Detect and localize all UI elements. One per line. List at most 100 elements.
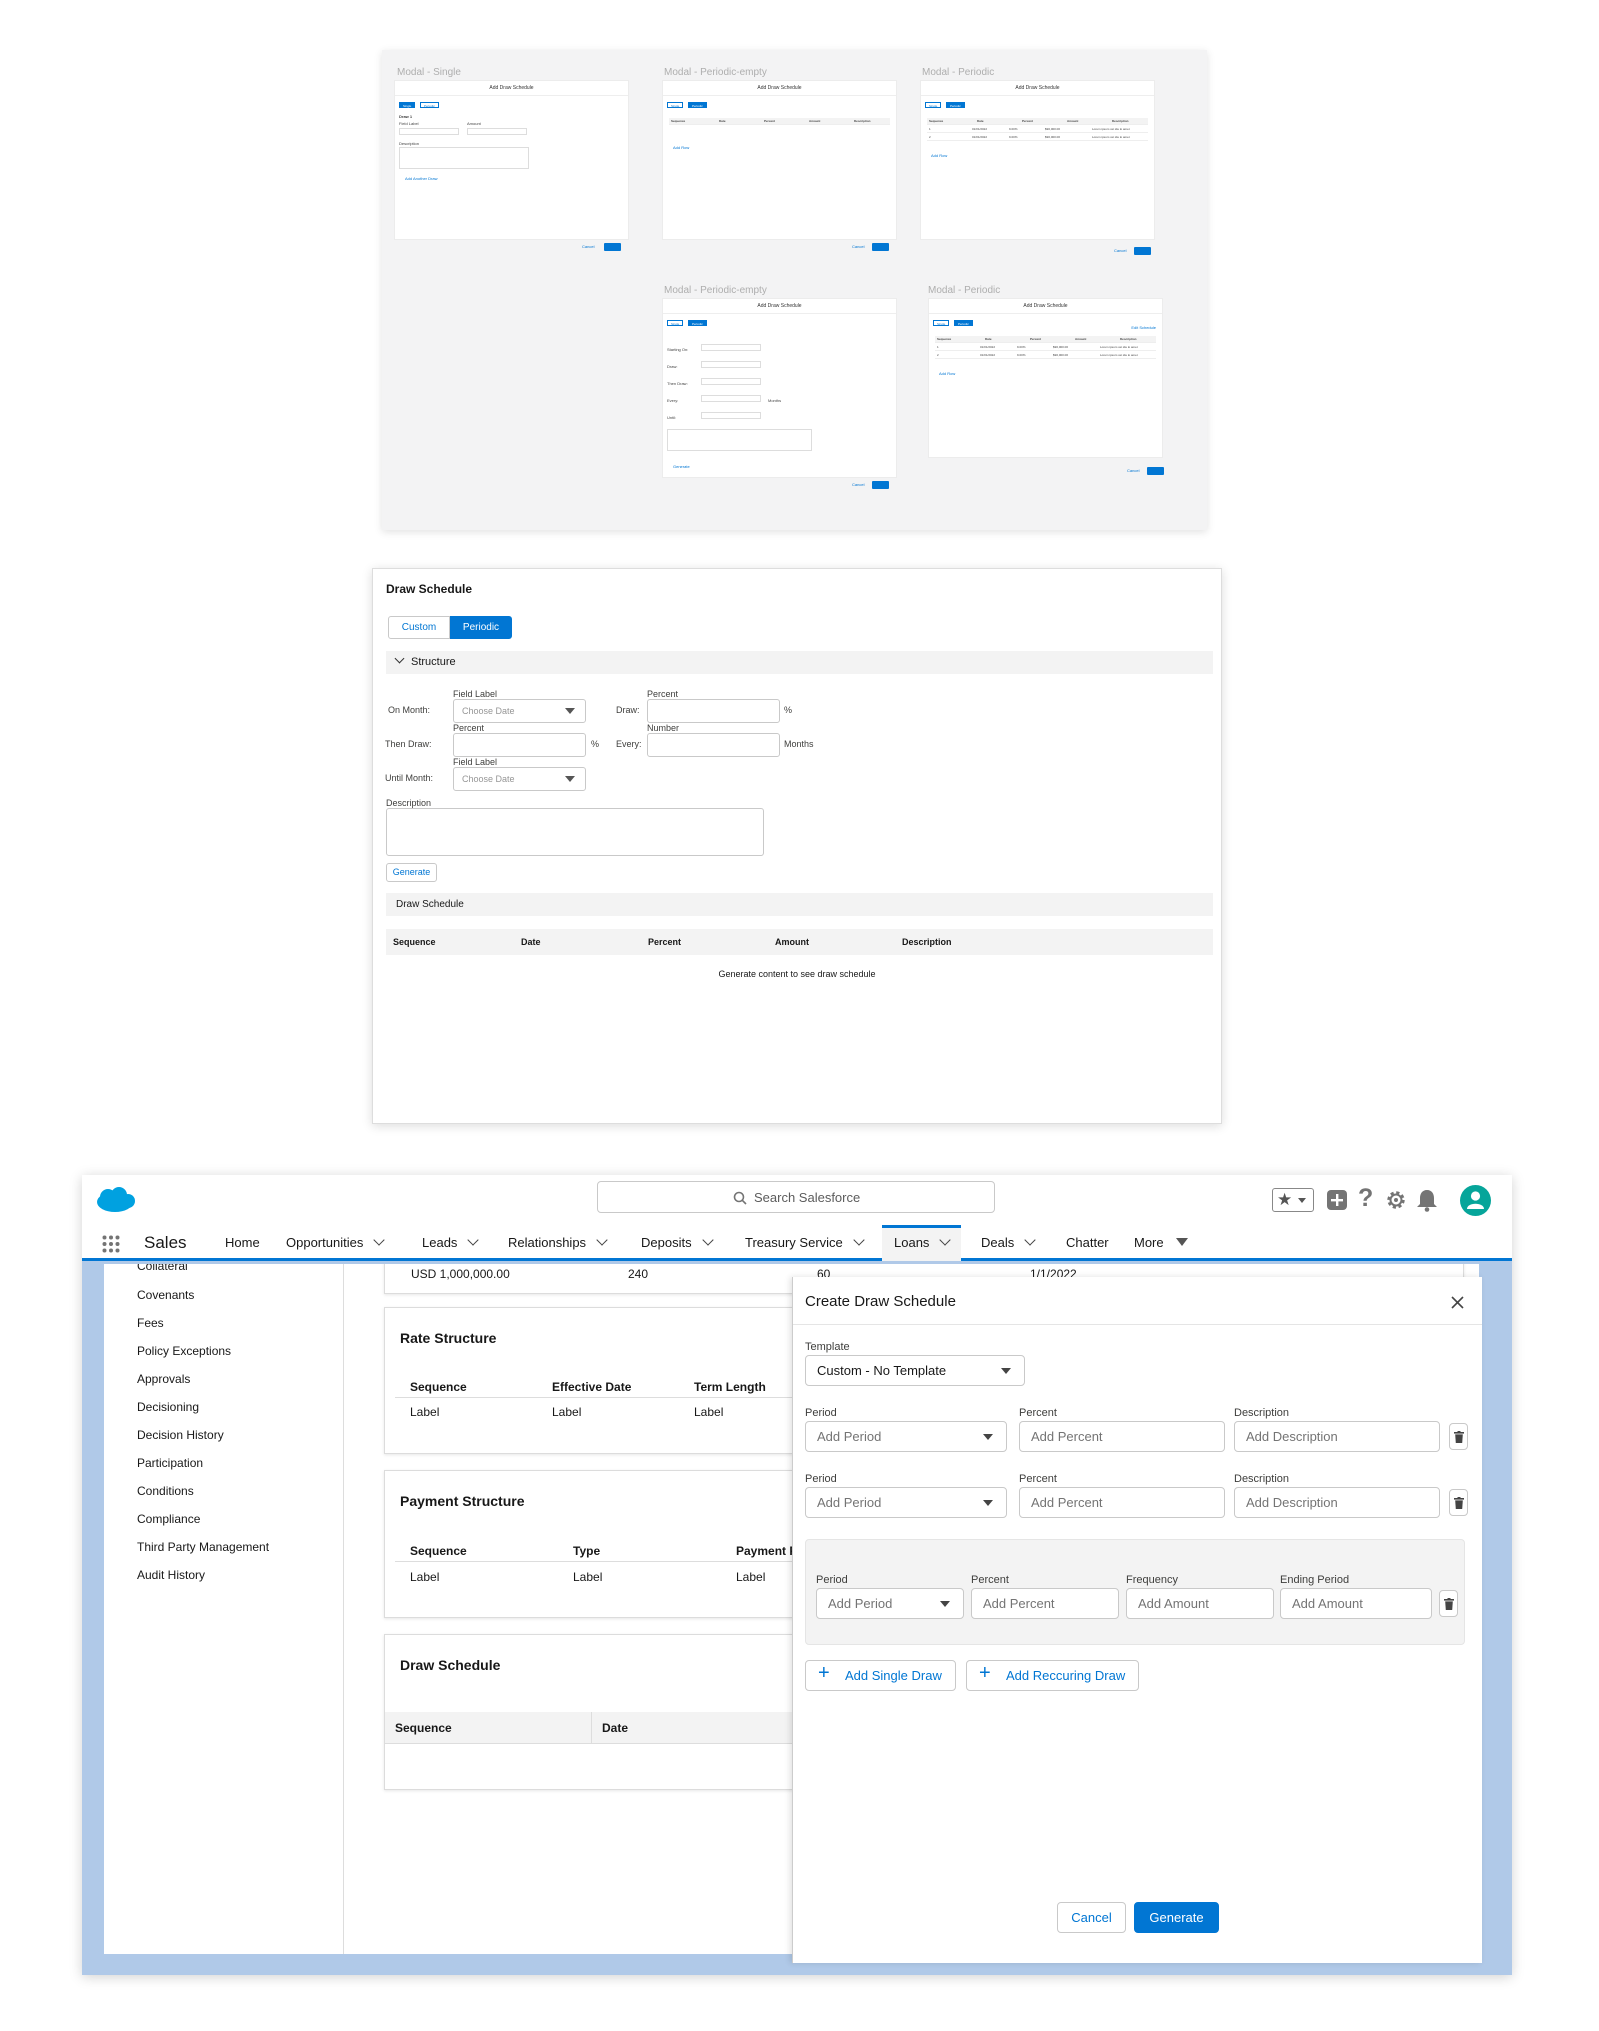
- gear-icon[interactable]: [1384, 1188, 1408, 1212]
- caret-down-icon: [1175, 1238, 1188, 1246]
- left-nav-item[interactable]: Approvals: [137, 1372, 190, 1386]
- on-month-select[interactable]: Choose Date: [453, 699, 586, 723]
- description-input[interactable]: Add Description: [1234, 1487, 1440, 1518]
- nav-item-treasury-service[interactable]: Treasury Service: [745, 1225, 865, 1261]
- table-cell: Label: [573, 1570, 603, 1584]
- card-title: Rate Structure: [400, 1330, 497, 1346]
- left-nav-item[interactable]: Audit History: [137, 1568, 205, 1582]
- avatar[interactable]: [1460, 1185, 1491, 1216]
- cancel-button[interactable]: Cancel: [1057, 1902, 1126, 1933]
- nav-item-loans[interactable]: Loans: [882, 1225, 962, 1261]
- table-cell: Label: [552, 1405, 582, 1419]
- schedule-table-header: Sequence Date Percent Amount Description: [386, 929, 1213, 955]
- left-nav-item[interactable]: Decision History: [137, 1428, 224, 1442]
- trash-icon: [1454, 1431, 1464, 1443]
- period-select[interactable]: Add Period: [805, 1487, 1007, 1518]
- description-input[interactable]: Add Description: [1234, 1421, 1440, 1452]
- empty-state-message: Generate content to see draw schedule: [718, 969, 876, 979]
- modal-single-preview: Add Draw Schedule Single Periodic Draw 1…: [394, 80, 629, 240]
- table-cell: Label: [410, 1405, 440, 1419]
- structure-section-header[interactable]: Structure: [386, 651, 1213, 674]
- left-nav-item[interactable]: Participation: [137, 1456, 203, 1470]
- chevron-down-icon: [373, 1234, 385, 1246]
- caret-down-icon: [565, 776, 575, 782]
- draw-schedule-card: Draw Schedule Custom Periodic Structure …: [372, 568, 1222, 1124]
- delete-draw-button[interactable]: [1449, 1423, 1468, 1450]
- delete-draw-button[interactable]: [1439, 1590, 1458, 1617]
- chevron-down-icon: [394, 653, 405, 664]
- nav-item-opportunities[interactable]: Opportunities: [286, 1225, 385, 1261]
- left-nav-item[interactable]: Fees: [137, 1316, 164, 1330]
- help-icon[interactable]: ?: [1358, 1184, 1373, 1213]
- chevron-down-icon: [939, 1234, 952, 1246]
- close-icon[interactable]: [1451, 1296, 1464, 1309]
- nav-item-home[interactable]: Home: [225, 1225, 260, 1261]
- caret-down-icon: [940, 1601, 950, 1607]
- chevron-down-icon: [853, 1234, 865, 1246]
- nav-item-deposits[interactable]: Deposits: [641, 1225, 714, 1261]
- variant-label: Modal - Periodic-empty: [664, 67, 767, 78]
- caret-down-icon: [983, 1500, 993, 1506]
- left-nav-item[interactable]: Compliance: [137, 1512, 200, 1526]
- notification-bell-icon[interactable]: [1416, 1188, 1438, 1212]
- draw-percent-input[interactable]: [647, 699, 780, 723]
- table-cell: Label: [410, 1570, 440, 1584]
- tab-periodic[interactable]: Periodic: [450, 616, 512, 639]
- favorites-icon[interactable]: ★: [1272, 1188, 1314, 1212]
- chevron-down-icon: [701, 1234, 714, 1246]
- until-month-label: Until Month:: [385, 773, 434, 783]
- card-title: Draw Schedule: [400, 1657, 501, 1673]
- generate-button[interactable]: Generate: [1134, 1902, 1219, 1933]
- salesforce-cloud-logo[interactable]: [94, 1186, 136, 1216]
- percent-input[interactable]: Add Percent: [1019, 1421, 1225, 1452]
- chevron-down-icon: [467, 1234, 480, 1246]
- app-launcher-icon[interactable]: [102, 1235, 120, 1253]
- every-number-input[interactable]: [647, 733, 780, 757]
- nav-item-deals[interactable]: Deals: [981, 1225, 1036, 1261]
- left-nav: Collateral Covenants Fees Policy Excepti…: [104, 1264, 344, 1954]
- frequency-input[interactable]: Add Amount: [1126, 1588, 1274, 1619]
- tab-custom[interactable]: Custom: [388, 616, 450, 639]
- caret-down-icon: [565, 708, 575, 714]
- global-actions-icon[interactable]: [1326, 1189, 1348, 1211]
- left-nav-item[interactable]: Conditions: [137, 1484, 194, 1498]
- left-nav-item[interactable]: Collateral: [137, 1264, 188, 1273]
- card-title: Draw Schedule: [386, 582, 473, 596]
- plus-icon: +: [818, 1662, 830, 1684]
- ending-period-input[interactable]: Add Amount: [1280, 1588, 1432, 1619]
- variant-label: Modal - Periodic-empty: [664, 285, 767, 296]
- left-nav-item[interactable]: Third Party Management: [137, 1540, 269, 1554]
- nav-item-more[interactable]: More: [1134, 1225, 1188, 1261]
- variant-label: Modal - Periodic: [928, 285, 1001, 296]
- percent-input[interactable]: Add Percent: [1019, 1487, 1225, 1518]
- delete-draw-button[interactable]: [1449, 1489, 1468, 1516]
- trash-icon: [1444, 1598, 1454, 1610]
- template-select[interactable]: Custom - No Template: [805, 1355, 1025, 1386]
- caret-down-icon: [1001, 1368, 1011, 1374]
- chevron-down-icon: [1024, 1234, 1036, 1246]
- until-month-select[interactable]: Choose Date: [453, 767, 586, 791]
- add-recurring-draw-button[interactable]: + Add Reccuring Draw: [966, 1660, 1139, 1691]
- left-nav-item[interactable]: Covenants: [137, 1288, 194, 1302]
- variant-label: Modal - Single: [397, 67, 461, 78]
- generate-button[interactable]: Generate: [386, 863, 437, 882]
- on-month-label: On Month:: [388, 705, 431, 715]
- description-textarea[interactable]: [386, 808, 764, 856]
- period-select[interactable]: Add Period: [816, 1588, 964, 1619]
- modal-periodic-form-preview: Add Draw Schedule Single Periodic Starti…: [662, 298, 897, 478]
- nav-item-leads[interactable]: Leads: [422, 1225, 480, 1261]
- add-single-draw-button[interactable]: + Add Single Draw: [805, 1660, 956, 1691]
- nav-item-relationships[interactable]: Relationships: [508, 1225, 608, 1261]
- modal-variants-board: Modal - Single Modal - Periodic-empty Mo…: [382, 50, 1207, 530]
- table-cell: Label: [694, 1405, 724, 1419]
- nav-item-chatter[interactable]: Chatter: [1066, 1225, 1109, 1261]
- left-nav-item[interactable]: Decisioning: [137, 1400, 199, 1414]
- left-nav-item[interactable]: Policy Exceptions: [137, 1344, 231, 1358]
- create-draw-schedule-modal: Create Draw Schedule Template Custom - N…: [792, 1277, 1482, 1963]
- percent-input[interactable]: Add Percent: [971, 1588, 1119, 1619]
- caret-down-icon: [983, 1434, 993, 1440]
- global-search-input[interactable]: Search Salesforce: [597, 1181, 995, 1213]
- period-select[interactable]: Add Period: [805, 1421, 1007, 1452]
- then-draw-input[interactable]: [453, 733, 586, 757]
- modal-periodic-preview: Add Draw Schedule Single Periodic Sequen…: [920, 80, 1155, 240]
